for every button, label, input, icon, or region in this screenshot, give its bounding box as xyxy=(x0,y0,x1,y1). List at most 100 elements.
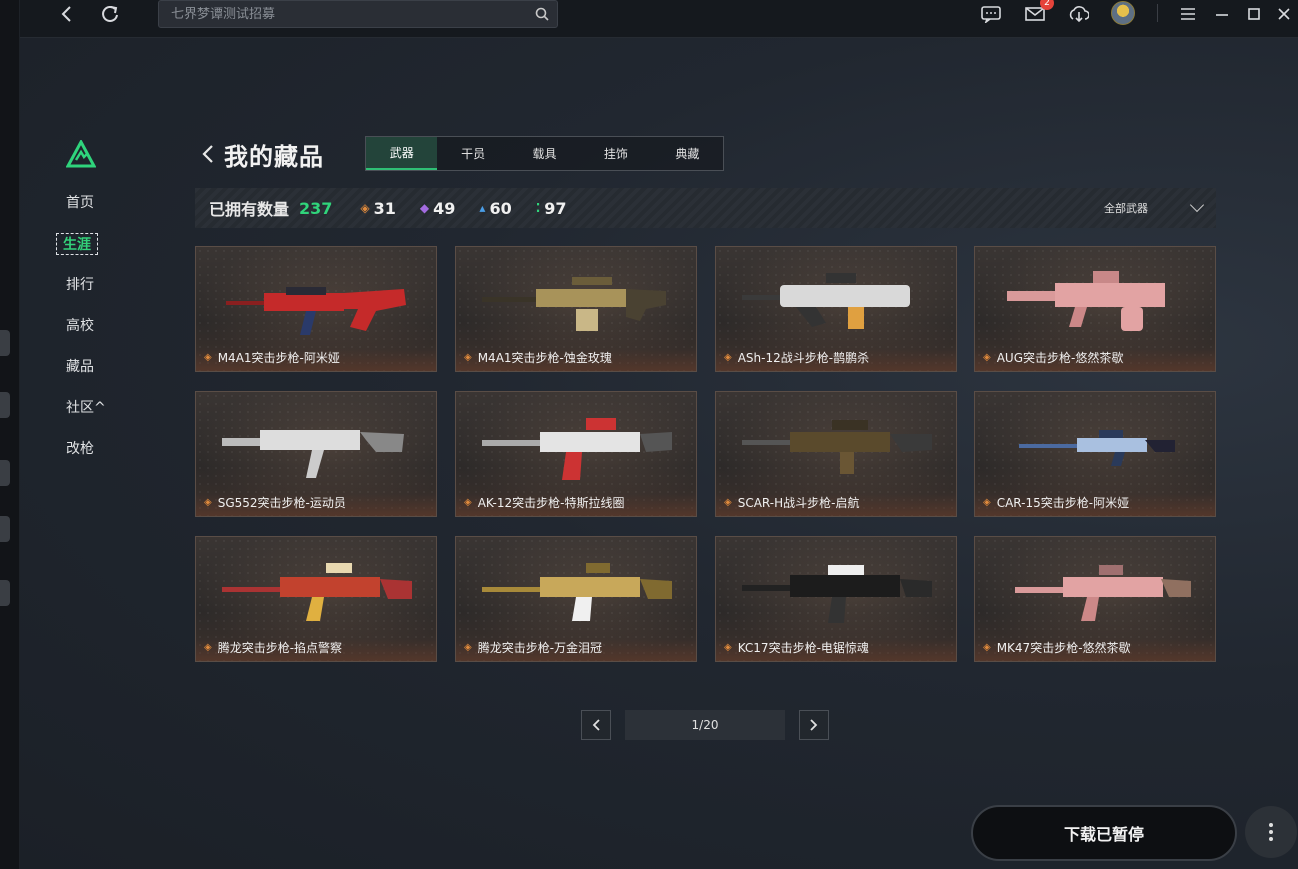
collection-card[interactable]: ◈ M4A1突击步枪-阿米娅 xyxy=(195,246,437,372)
sidebar-item-gunsmith[interactable]: 改枪 xyxy=(66,438,94,460)
collection-card[interactable]: ◈ 腾龙突击步枪-万金泪冠 xyxy=(455,536,697,662)
collection-card[interactable]: ◈ ASh-12战斗步枪-鹊鹏杀 xyxy=(715,246,957,372)
weapon-skin-image xyxy=(226,287,406,335)
mail-icon[interactable]: 2 xyxy=(1024,0,1054,28)
collection-card[interactable]: ◈ M4A1突击步枪-蚀金玫瑰 xyxy=(455,246,697,372)
rarity-icon: ◈ xyxy=(464,497,472,508)
sidebar-nav: 首页 生涯 排行 高校 藏品 社区^ 改枪 xyxy=(56,138,136,479)
item-name: ASh-12战斗步枪-鹊鹏杀 xyxy=(737,351,870,365)
weapon-skin-image xyxy=(222,430,404,478)
sidebar-item-community[interactable]: 社区^ xyxy=(66,397,106,419)
more-options-button[interactable] xyxy=(1245,806,1297,858)
collection-card[interactable]: ◈ AK-12突击步枪-特斯拉线圈 xyxy=(455,391,697,517)
collection-card[interactable]: ◈ SG552突击步枪-运动员 xyxy=(195,391,437,517)
weapon-skin-image xyxy=(1007,271,1165,331)
collection-card[interactable]: ◈ MK47突击步枪-悠然茶歇 xyxy=(974,536,1216,662)
rarity-icon: ◈ xyxy=(983,352,991,363)
launcher-game-icon[interactable] xyxy=(0,516,10,542)
menu-icon[interactable] xyxy=(1178,0,1198,28)
sidebar-item-ranking[interactable]: 排行 xyxy=(66,274,94,296)
search-input[interactable] xyxy=(171,6,527,22)
stat-orange: ◈ 31 xyxy=(360,199,396,218)
weapon-filter-dropdown[interactable]: 全部武器 xyxy=(1104,188,1205,228)
collection-card[interactable]: ◈ SCAR-H战斗步枪-启航 xyxy=(715,391,957,517)
stat-blue-count: 60 xyxy=(489,198,512,218)
search-box[interactable] xyxy=(158,0,558,28)
collection-card[interactable]: ◈ 腾龙突击步枪-掐点警察 xyxy=(195,536,437,662)
item-name: SG552突击步枪-运动员 xyxy=(217,496,346,510)
filter-label: 全部武器 xyxy=(1104,202,1148,215)
item-name: AK-12突击步枪-特斯拉线圈 xyxy=(477,496,625,510)
orange-rarity-icon: ◈ xyxy=(360,201,370,215)
page-title: 我的藏品 xyxy=(224,142,324,171)
item-name: KC17突击步枪-电锯惊魂 xyxy=(737,641,869,655)
collection-card[interactable]: ◈ AUG突击步枪-悠然茶歇 xyxy=(974,246,1216,372)
category-tabs: 武器 干员 载具 挂饰 典藏 xyxy=(365,136,724,171)
weapon-skin-image xyxy=(742,565,932,623)
tab-operators[interactable]: 干员 xyxy=(437,137,508,170)
chevron-down-icon xyxy=(1189,197,1205,213)
weapon-skin-image xyxy=(482,277,666,331)
collection-card[interactable]: ◈ KC17突击步枪-电锯惊魂 xyxy=(715,536,957,662)
rarity-icon: ◈ xyxy=(724,497,732,508)
chevron-left-icon xyxy=(202,145,213,163)
weapon-skin-image xyxy=(222,563,412,621)
chevron-right-icon xyxy=(810,719,818,731)
top-bar: 2 xyxy=(20,0,1298,38)
rarity-icon: ◈ xyxy=(983,497,991,508)
page-indicator: 1/20 xyxy=(625,710,785,740)
topbar-divider xyxy=(1157,4,1158,22)
stat-blue: ▴ 60 xyxy=(479,199,511,218)
refresh-icon[interactable] xyxy=(98,0,122,28)
tab-archive[interactable]: 典藏 xyxy=(652,137,723,170)
prev-page-button[interactable] xyxy=(581,710,611,740)
mail-badge: 2 xyxy=(1040,0,1054,10)
next-page-button[interactable] xyxy=(799,710,829,740)
chevron-left-icon xyxy=(592,719,600,731)
purple-rarity-icon: ◆ xyxy=(419,201,430,215)
close-icon[interactable] xyxy=(1274,0,1294,28)
chat-icon[interactable] xyxy=(980,0,1002,28)
launcher-game-icon[interactable] xyxy=(0,330,10,356)
maximize-icon[interactable] xyxy=(1244,0,1264,28)
item-name: 腾龙突击步枪-掐点警察 xyxy=(217,641,343,655)
rarity-icon: ◈ xyxy=(464,642,472,653)
item-name: M4A1突击步枪-阿米娅 xyxy=(217,351,340,365)
green-rarity-icon: ⁚ xyxy=(535,201,541,215)
stat-purple-count: 49 xyxy=(433,198,456,218)
sidebar-item-collection[interactable]: 藏品 xyxy=(66,356,94,378)
item-name: CAR-15突击步枪-阿米娅 xyxy=(996,496,1130,510)
weapon-skin-image xyxy=(1019,430,1175,466)
app-window: 2 首页 生涯 排行 高校 藏品 社区^ 改枪 xyxy=(20,0,1298,869)
sidebar-item-academy[interactable]: 高校 xyxy=(66,315,94,337)
launcher-game-icon[interactable] xyxy=(0,580,10,606)
rarity-icon: ◈ xyxy=(204,642,212,653)
download-manager-icon[interactable] xyxy=(1068,0,1090,28)
item-name: M4A1突击步枪-蚀金玫瑰 xyxy=(477,351,612,365)
back-nav-icon[interactable] xyxy=(56,0,78,28)
sidebar-item-home[interactable]: 首页 xyxy=(66,192,94,214)
launcher-game-icon[interactable] xyxy=(0,460,10,486)
stat-purple: ◆ 49 xyxy=(420,199,456,218)
tab-charms[interactable]: 挂饰 xyxy=(580,137,651,170)
minimize-icon[interactable] xyxy=(1212,0,1232,28)
sidebar-item-career[interactable]: 生涯 xyxy=(56,233,98,255)
launcher-game-icon[interactable] xyxy=(0,392,10,418)
tab-weapons[interactable]: 武器 xyxy=(366,137,438,170)
item-name: 腾龙突击步枪-万金泪冠 xyxy=(477,641,603,655)
stat-green-count: 97 xyxy=(544,198,567,218)
search-icon[interactable] xyxy=(527,7,557,21)
app-logo-icon xyxy=(65,138,97,168)
item-name: MK47突击步枪-悠然茶歇 xyxy=(996,641,1131,655)
tab-vehicles[interactable]: 载具 xyxy=(509,137,580,170)
item-name: AUG突击步枪-悠然茶歇 xyxy=(996,351,1124,365)
owned-label: 已拥有数量 xyxy=(209,200,290,219)
collection-grid: ◈ M4A1突击步枪-阿米娅 ◈ M4A1突击步枪-蚀金玫瑰 ◈ ASh-12战斗步枪… xyxy=(195,246,1217,662)
weapon-skin-image xyxy=(482,563,672,621)
collection-card[interactable]: ◈ CAR-15突击步枪-阿米娅 xyxy=(974,391,1216,517)
back-button[interactable] xyxy=(196,139,220,169)
item-name: SCAR-H战斗步枪-启航 xyxy=(737,496,860,510)
rarity-icon: ◈ xyxy=(724,352,732,363)
user-avatar[interactable] xyxy=(1111,1,1135,25)
download-status-button[interactable]: 下载已暂停 xyxy=(971,805,1237,861)
